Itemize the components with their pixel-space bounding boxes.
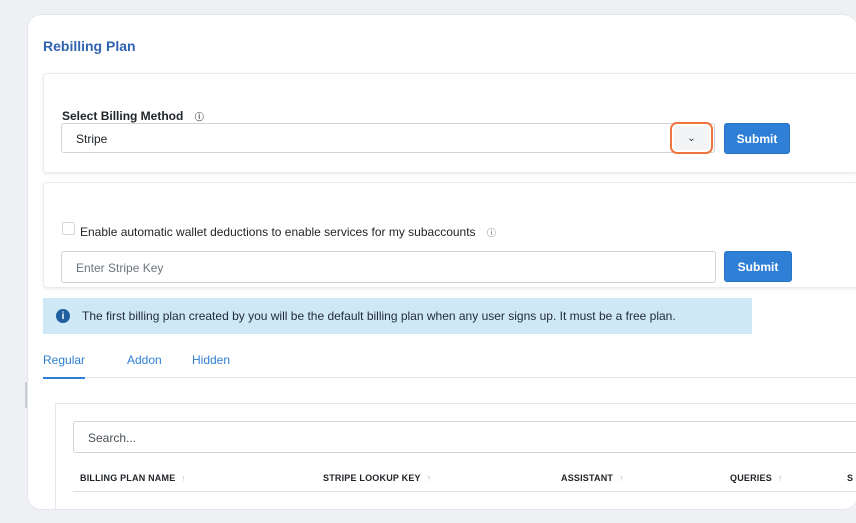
info-circle-icon: i: [56, 309, 70, 323]
rebilling-plan-card: Rebilling Plan Select Billing Method ⓘ S…: [27, 14, 856, 510]
plan-tabs: Regular Addon Hidden: [43, 347, 856, 379]
stripe-key-placeholder: Enter Stripe Key: [76, 261, 164, 275]
wallet-deduction-checkbox[interactable]: [62, 222, 75, 235]
billing-method-section: Select Billing Method ⓘ Stripe ⌄ Submit: [43, 73, 856, 173]
table-header-divider: [73, 491, 856, 492]
wallet-deduction-text: Enable automatic wallet deductions to en…: [80, 225, 476, 239]
sort-arrow-icon: ↑: [181, 473, 187, 483]
wallet-section: Enable automatic wallet deductions to en…: [43, 182, 856, 288]
column-header-label: QUERIES: [730, 473, 772, 483]
tab-hidden[interactable]: Hidden: [192, 353, 230, 367]
chevron-down-icon: ⌄: [687, 132, 696, 144]
column-header-label: S: [847, 473, 854, 483]
stripe-key-input[interactable]: Enter Stripe Key: [61, 251, 716, 283]
billing-method-label: Select Billing Method ⓘ: [62, 109, 204, 123]
column-header-queries[interactable]: QUERIES ↑: [730, 473, 783, 483]
info-icon[interactable]: ⓘ: [195, 110, 204, 123]
billing-method-dropdown-button[interactable]: ⌄: [670, 122, 713, 154]
column-header-stripe-lookup-key[interactable]: STRIPE LOOKUP KEY ↑: [323, 473, 431, 483]
wallet-deduction-label: Enable automatic wallet deductions to en…: [80, 225, 496, 239]
tab-regular[interactable]: Regular: [43, 353, 86, 379]
billing-method-select[interactable]: Stripe: [61, 123, 715, 153]
billing-method-submit-button[interactable]: Submit: [724, 123, 790, 154]
stripe-key-submit-button[interactable]: Submit: [724, 251, 792, 282]
column-header-label: ASSISTANT: [561, 473, 614, 483]
column-header-assistant[interactable]: ASSISTANT ↑: [561, 473, 624, 483]
column-header-billing-plan-name[interactable]: BILLING PLAN NAME ↑: [80, 473, 186, 483]
info-alert: i The first billing plan created by you …: [43, 298, 752, 334]
column-header-label: STRIPE LOOKUP KEY: [323, 473, 421, 483]
billing-method-value: Stripe: [76, 132, 108, 146]
page-title: Rebilling Plan: [43, 38, 136, 54]
sort-arrow-icon: ↑: [619, 473, 624, 483]
column-header-s[interactable]: S: [847, 473, 853, 483]
plans-table-panel: Search... BILLING PLAN NAME ↑ STRIPE LOOK…: [55, 403, 856, 509]
tab-addon[interactable]: Addon: [127, 353, 162, 367]
info-icon[interactable]: ⓘ: [487, 226, 496, 239]
billing-method-label-text: Select Billing Method: [62, 109, 184, 123]
sort-arrow-icon: ↑: [777, 473, 783, 483]
search-input[interactable]: Search...: [73, 421, 856, 453]
sort-arrow-icon: ↑: [426, 473, 432, 483]
alert-text: The first billing plan created by you wi…: [82, 309, 676, 323]
column-header-label: BILLING PLAN NAME: [80, 473, 176, 483]
search-placeholder: Search...: [88, 431, 137, 445]
